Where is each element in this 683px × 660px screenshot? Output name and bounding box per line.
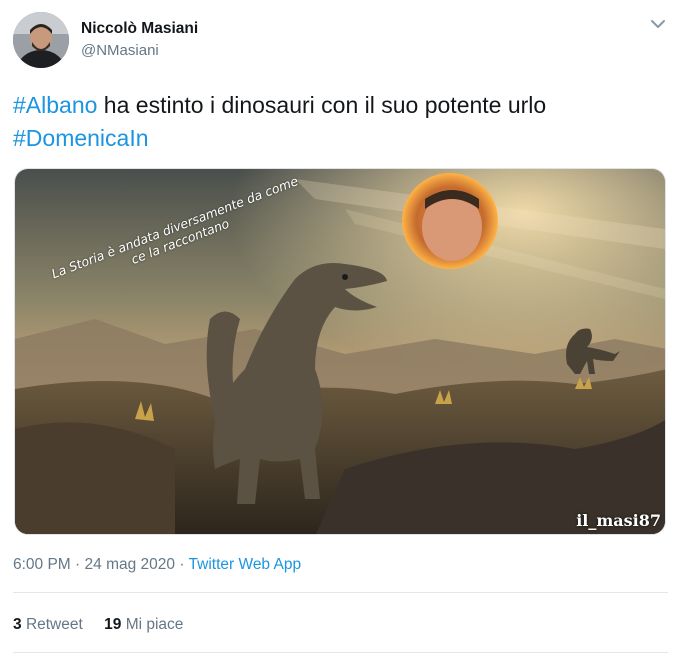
image-watermark: il_masi87: [576, 511, 661, 530]
tweet-date[interactable]: 24 mag 2020: [85, 556, 176, 573]
tweet-time[interactable]: 6:00 PM: [13, 556, 71, 573]
tweet-body: ha estinto i dinosauri con il suo potent…: [97, 92, 547, 118]
retweet-label: Retweet: [25, 616, 83, 633]
like-label: Mi piace: [125, 616, 184, 633]
avatar-image: [13, 12, 69, 68]
tweet-image[interactable]: [14, 168, 666, 535]
hashtag-domenicain[interactable]: #DomenicaIn: [13, 125, 149, 151]
tweet-meta: 6:00 PM · 24 mag 2020 · Twitter Web App: [13, 556, 301, 574]
retweet-count: 3: [13, 616, 22, 633]
tweet-source-link[interactable]: Twitter Web App: [189, 556, 302, 573]
hashtag-albano[interactable]: #Albano: [13, 92, 97, 118]
chevron-down-icon[interactable]: [648, 16, 668, 32]
retweet-stat[interactable]: 3 Retweet: [13, 616, 83, 633]
meta-separator: ·: [70, 556, 85, 573]
divider: [13, 652, 668, 653]
like-count: 19: [104, 616, 122, 633]
avatar[interactable]: [13, 12, 69, 68]
like-stat[interactable]: 19 Mi piace: [104, 616, 183, 633]
meta-separator: ·: [175, 556, 189, 573]
tweet-stats: 3 Retweet 19 Mi piace: [13, 616, 200, 634]
author-handle[interactable]: @NMasiani: [81, 42, 159, 59]
author-name[interactable]: Niccolò Masiani: [81, 20, 198, 38]
divider: [13, 592, 668, 593]
tweet-text: #Albano ha estinto i dinosauri con il su…: [13, 89, 663, 155]
dinosaur-scene-illustration: [15, 169, 665, 534]
